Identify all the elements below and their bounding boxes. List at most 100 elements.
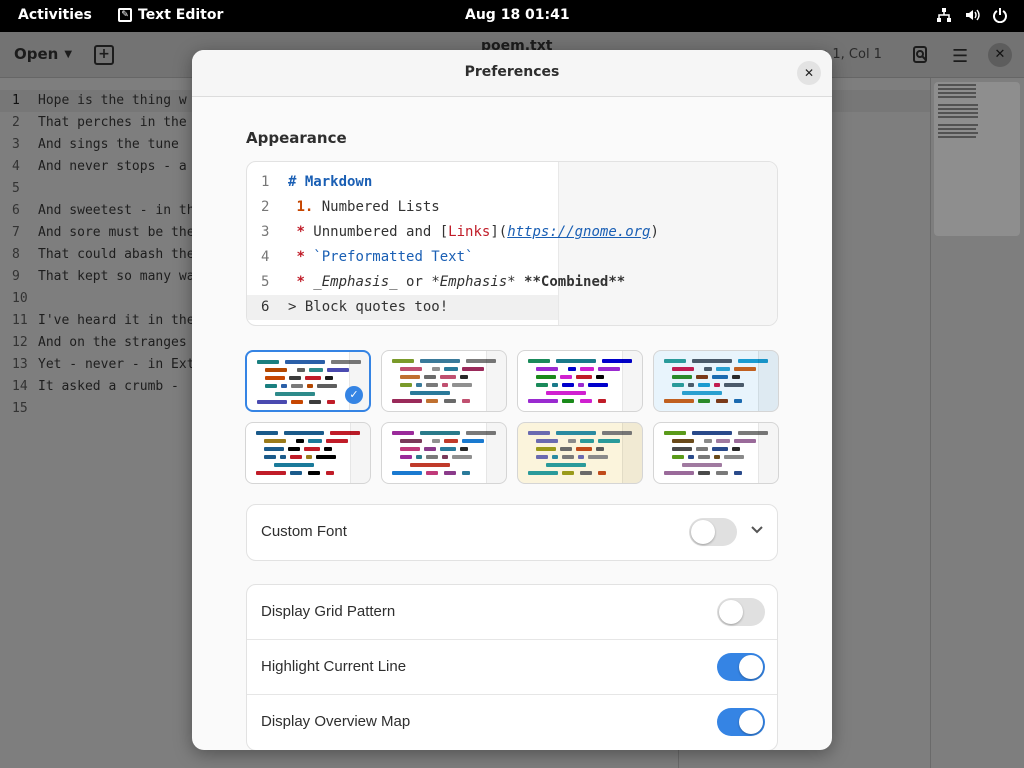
style-scheme-option[interactable]: [517, 422, 643, 484]
scheme-preview-bar: [692, 431, 732, 435]
scheme-preview-bar: [257, 400, 287, 404]
scheme-preview-bar: [714, 455, 720, 459]
text-view[interactable]: Hope is the thing w That perches in the An…: [38, 90, 195, 420]
style-scheme-option[interactable]: [245, 422, 371, 484]
scheme-preview-bar: [289, 376, 301, 380]
scheme-preview-bar: [291, 400, 303, 404]
custom-font-switch[interactable]: [689, 518, 737, 546]
style-scheme-option[interactable]: [381, 422, 507, 484]
text-line: And never stops - a: [38, 159, 187, 174]
preview-line-number: 1: [261, 174, 270, 190]
scheme-preview-bar: [716, 439, 730, 443]
scheme-preview-bar: [442, 455, 448, 459]
hamburger-menu-icon[interactable]: ☰: [952, 46, 968, 67]
preview-line-number: 5: [261, 274, 270, 290]
scheme-preview-bar: [714, 383, 720, 387]
style-scheme-option[interactable]: ✓: [245, 350, 371, 412]
search-icon[interactable]: [912, 46, 930, 64]
overview-map[interactable]: [934, 82, 1020, 236]
scheme-preview-bar: [556, 359, 596, 363]
setting-row[interactable]: Display Overview Map: [247, 695, 777, 750]
scheme-preview-bar: [400, 375, 420, 379]
scheme-preview-bar: [578, 383, 584, 387]
scheme-preview-bar: [562, 455, 574, 459]
md-number: 1.: [296, 199, 314, 215]
style-scheme-option[interactable]: [381, 350, 507, 412]
scheme-preview-bar: [416, 383, 422, 387]
scheme-preview-bar: [432, 367, 440, 371]
close-icon[interactable]: ✕: [988, 43, 1012, 67]
custom-font-card: Custom Font: [246, 504, 778, 561]
style-scheme-option[interactable]: [653, 350, 779, 412]
clock[interactable]: Aug 18 01:41: [465, 7, 570, 23]
setting-switch[interactable]: [717, 653, 765, 681]
activities-button[interactable]: Activities: [18, 7, 92, 23]
scheme-preview-bar: [444, 367, 458, 371]
scheme-preview-bar: [556, 431, 596, 435]
new-tab-icon[interactable]: +: [94, 45, 114, 65]
setting-row[interactable]: Highlight Current Line: [247, 640, 777, 695]
scheme-preview-bar: [536, 439, 558, 443]
scheme-preview-bar: [462, 367, 484, 371]
scheme-preview-bar: [712, 447, 728, 451]
scheme-preview-bar: [598, 439, 620, 443]
scheme-preview-bar: [580, 367, 594, 371]
setting-switch[interactable]: [717, 598, 765, 626]
scheme-preview-bar: [688, 455, 694, 459]
chevron-down-icon[interactable]: [751, 523, 763, 538]
scheme-preview-bar: [664, 431, 686, 435]
scheme-preview-bar: [410, 463, 450, 467]
app-menu[interactable]: ✎ Text Editor: [118, 7, 223, 23]
scheme-preview-bar: [576, 447, 592, 451]
scheme-preview-bar: [536, 447, 556, 451]
scheme-preview-bar: [734, 399, 742, 403]
scheme-preview-bar: [392, 399, 422, 403]
scheme-preview-bar: [596, 447, 604, 451]
scheme-preview-bar: [732, 447, 740, 451]
scheme-preview-bar: [444, 439, 458, 443]
scheme-preview-bar: [460, 447, 468, 451]
scheme-preview-bar: [291, 384, 303, 388]
scheme-preview-bar: [734, 367, 756, 371]
text-line: And sings the tune: [38, 137, 187, 152]
system-tray[interactable]: [936, 7, 1008, 23]
custom-font-row[interactable]: Custom Font: [247, 505, 777, 560]
line-number: 12: [12, 335, 28, 350]
line-number: 11: [12, 313, 28, 328]
md-text: Unnumbered and: [304, 224, 440, 240]
style-scheme-option[interactable]: [653, 422, 779, 484]
network-icon[interactable]: [936, 7, 952, 23]
scheme-preview-bar: [280, 455, 286, 459]
scheme-preview-bar: [734, 471, 742, 475]
preview-line-5: * _Emphasis_ or *Emphasis* **Combined**: [288, 270, 659, 295]
scheme-preview-bar: [598, 399, 606, 403]
scheme-preview-bar: [672, 367, 694, 371]
minimap-line: [938, 112, 978, 114]
scheme-preview-bar: [732, 375, 740, 379]
scheme-preview-bar: [546, 391, 586, 395]
minimap-line: [938, 136, 976, 138]
close-icon[interactable]: ✕: [797, 61, 821, 85]
setting-row[interactable]: Display Grid Pattern: [247, 585, 777, 640]
scheme-preview-bar: [264, 439, 286, 443]
scheme-preview-bar: [326, 471, 334, 475]
scheme-preview-bar: [552, 455, 558, 459]
power-icon[interactable]: [992, 7, 1008, 23]
md-text: Numbered Lists: [313, 199, 440, 215]
app-name: Text Editor: [138, 7, 224, 23]
scheme-preview-bar: [274, 463, 314, 467]
md-preformatted: `Preformatted Text`: [304, 249, 474, 265]
setting-switch[interactable]: [717, 708, 765, 736]
scheme-preview-bar: [426, 383, 438, 387]
scheme-preview-bar: [424, 375, 436, 379]
md-emphasis: _Emphasis_: [304, 274, 398, 290]
minimap-line: [938, 124, 978, 126]
scheme-preview-margin: [622, 351, 642, 411]
style-scheme-option[interactable]: [517, 350, 643, 412]
scheme-preview-bar: [682, 463, 722, 467]
open-button[interactable]: Open ▼: [14, 45, 72, 63]
text-line: [38, 178, 195, 200]
scheme-preview-bar: [452, 383, 472, 387]
volume-icon[interactable]: [964, 7, 980, 23]
scheme-preview-bar: [308, 439, 322, 443]
